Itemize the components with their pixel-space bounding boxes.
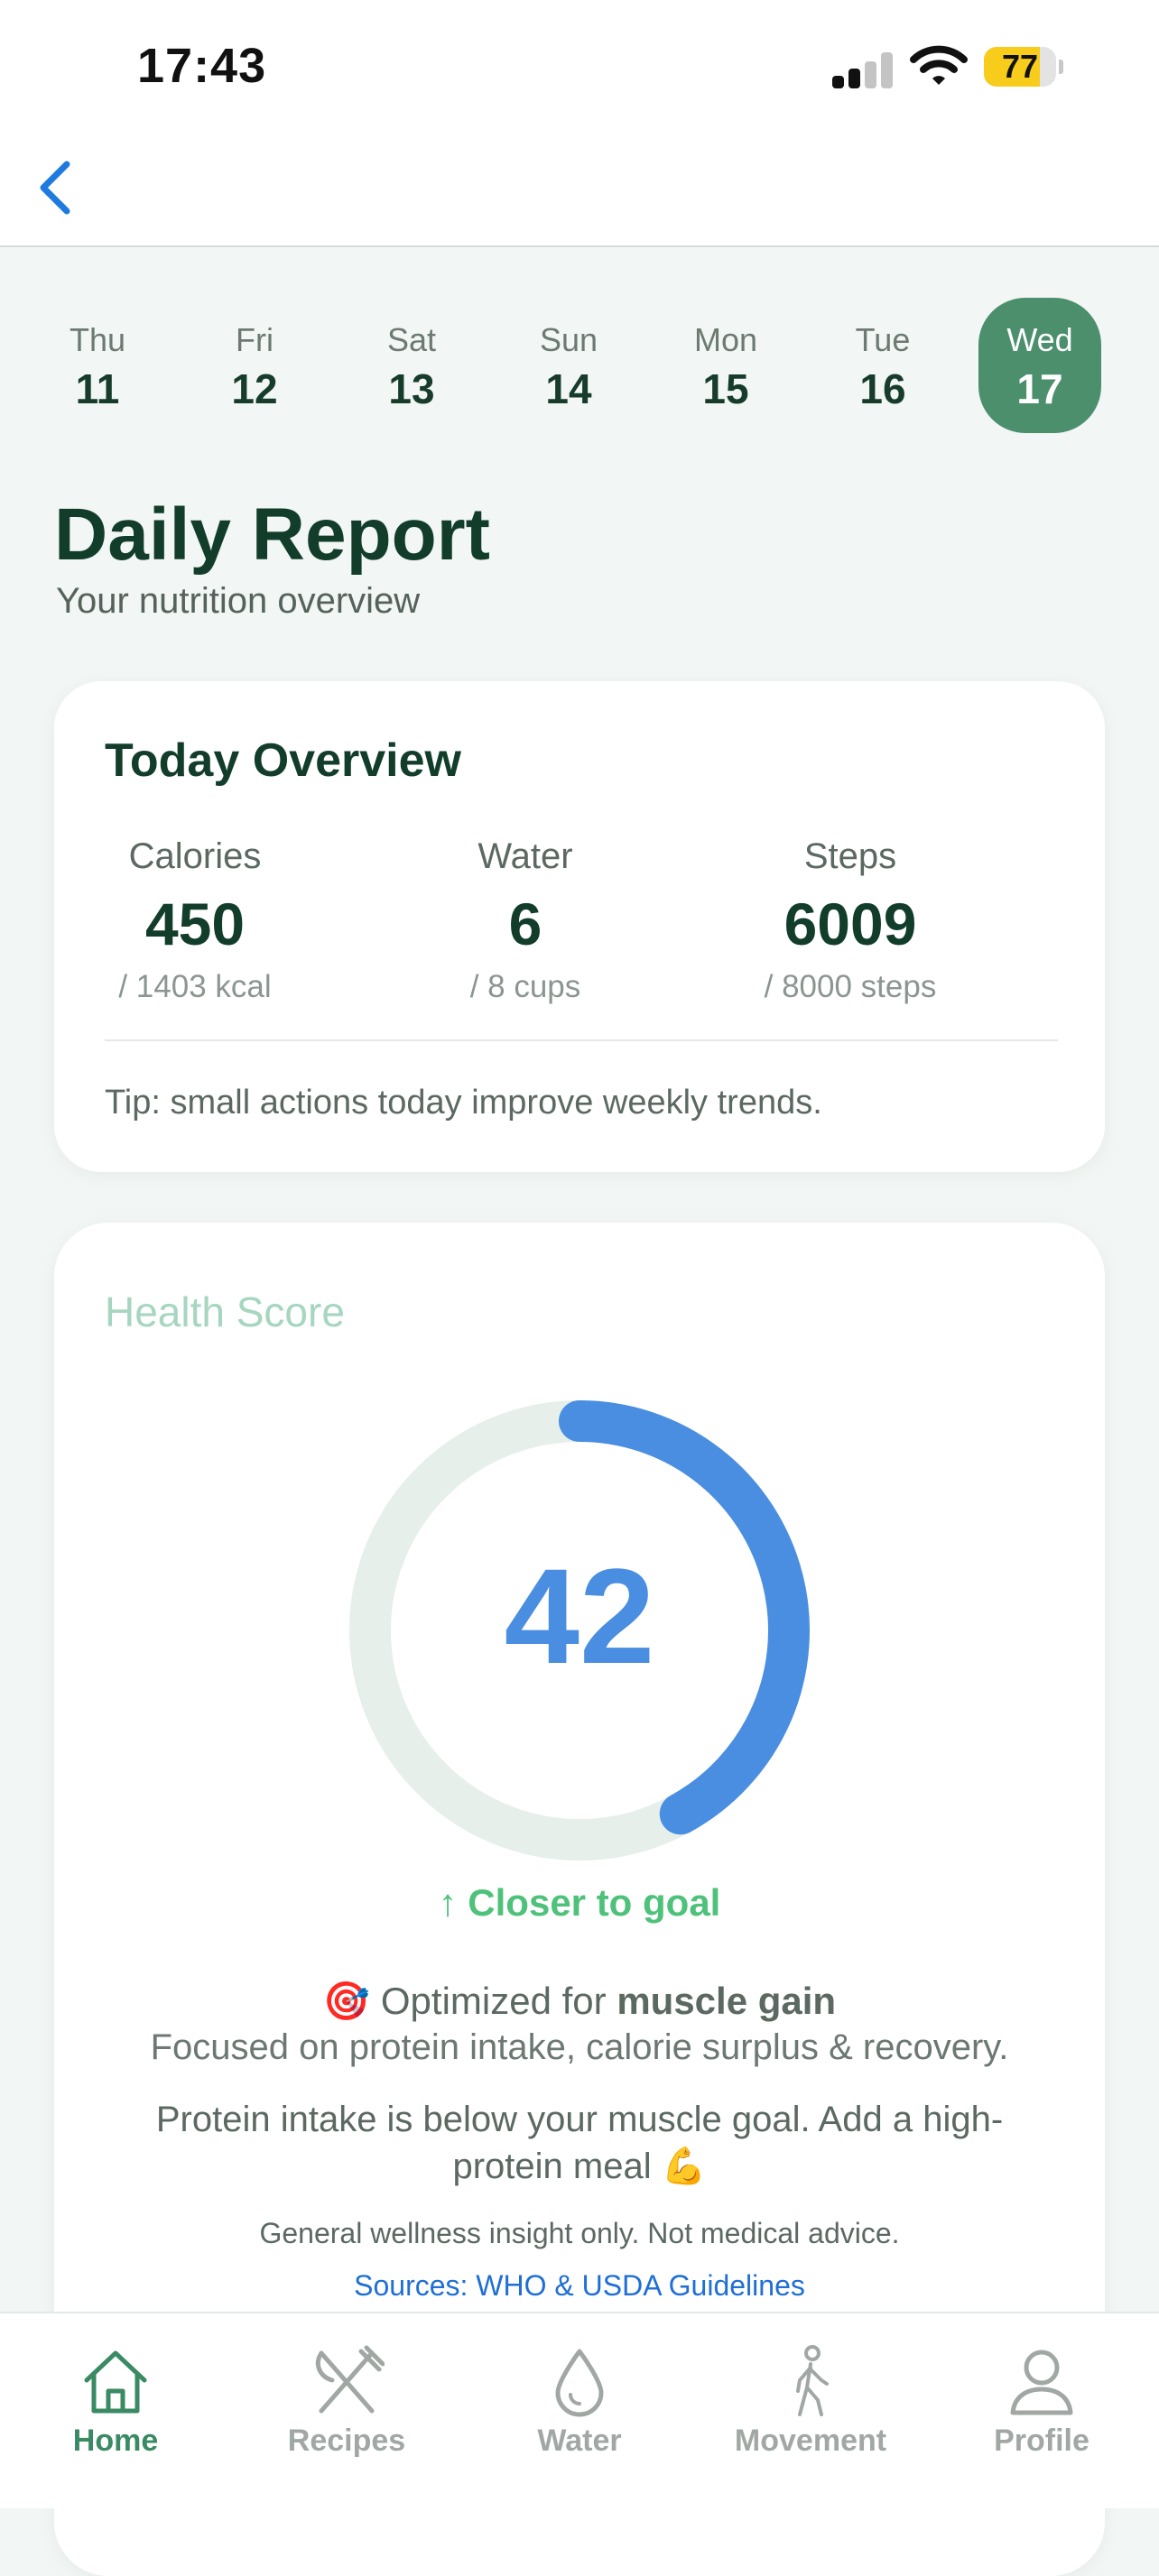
page-subtitle: Your nutrition overview (56, 581, 421, 621)
today-overview-card: Today Overview Calories 450 / 1403 kcal … (54, 681, 1105, 1172)
water-drop-icon (555, 2349, 604, 2417)
goal-prefix: Optimized for (380, 1980, 607, 2022)
date-item-thu[interactable]: Thu 11 (36, 298, 159, 433)
date-item-sat[interactable]: Sat 13 (350, 298, 473, 433)
stat-steps: Steps 6009 / 8000 steps (688, 836, 1013, 1005)
target-icon: 🎯 (322, 1979, 371, 2023)
date-weekday: Fri (236, 321, 274, 358)
tab-label: Recipes (287, 2424, 406, 2458)
date-item-mon[interactable]: Mon 15 (664, 298, 787, 433)
health-score-value: 42 (504, 1540, 655, 1692)
tab-water[interactable]: Water (471, 2344, 688, 2459)
wifi-icon (910, 45, 968, 85)
divider (105, 1039, 1058, 1041)
flexed-bicep-icon: 💪 (661, 2146, 707, 2187)
date-day-number: 11 (75, 365, 120, 412)
date-item-fri[interactable]: Fri 12 (193, 298, 316, 433)
stat-label: Water (478, 836, 573, 876)
date-weekday: Tue (855, 321, 911, 358)
tab-home[interactable]: Home (7, 2344, 224, 2459)
battery-tip (1059, 60, 1063, 74)
date-day-number: 12 (231, 365, 278, 412)
date-day-number: 13 (388, 365, 435, 412)
walking-icon (796, 2345, 829, 2416)
stat-water: Water 6 / 8 cups (363, 836, 688, 1005)
insight-message: Protein intake is below your muscle goal… (155, 2100, 1004, 2186)
tab-movement[interactable]: Movement (702, 2344, 919, 2459)
date-day-number: 15 (702, 365, 749, 412)
date-weekday: Sat (386, 321, 437, 358)
tab-label: Movement (734, 2424, 887, 2458)
score-trend: ↑ Closer to goal (438, 1881, 721, 1924)
stat-goal: / 8 cups (469, 969, 581, 1004)
stat-value: 6009 (783, 891, 917, 957)
disclaimer: General wellness insight only. Not medic… (259, 2217, 900, 2249)
date-item-tue[interactable]: Tue 16 (821, 298, 944, 433)
status-bar: 17:43 77 (0, 0, 1159, 135)
goal-description: Focused on protein intake, calorie surpl… (150, 2027, 1009, 2067)
tab-label: Home (72, 2424, 159, 2458)
back-button[interactable] (25, 152, 97, 224)
health-score-ring: 42 (348, 1399, 811, 1862)
overview-title: Today Overview (105, 734, 461, 787)
person-icon (1010, 2350, 1073, 2415)
tab-profile[interactable]: Profile (933, 2344, 1150, 2459)
date-item-wed[interactable]: Wed 17 (978, 298, 1101, 433)
stat-label: Steps (803, 836, 897, 876)
stat-calories: Calories 450 / 1403 kcal (32, 836, 357, 1005)
sources-link[interactable]: Sources: WHO & USDA Guidelines (54, 2269, 1105, 2303)
goal-line: 🎯 Optimized for muscle gain (54, 1979, 1105, 2024)
tab-label: Water (537, 2424, 622, 2458)
date-weekday: Thu (69, 321, 126, 358)
home-icon (84, 2350, 147, 2414)
page-title: Daily Report (54, 494, 490, 576)
stat-goal: / 8000 steps (764, 969, 937, 1004)
date-weekday: Wed (1006, 321, 1073, 358)
cellular-signal-icon (832, 52, 895, 88)
tab-label: Profile (994, 2424, 1089, 2458)
utensils-icon (316, 2345, 385, 2414)
battery-icon: 77 (984, 47, 1056, 87)
status-time: 17:43 (137, 39, 267, 93)
insight-text: Protein intake is below your muscle goal… (108, 2096, 1051, 2190)
date-weekday: Sun (539, 321, 598, 358)
date-day-number: 14 (545, 365, 592, 412)
stat-value: 450 (144, 891, 246, 957)
battery-level: 77 (1001, 48, 1039, 85)
date-day-number: 17 (1016, 365, 1063, 412)
date-day-number: 16 (859, 365, 906, 412)
chevron-left-icon (40, 161, 70, 215)
tab-bar: Home Recipes Water Movement Profile (0, 2312, 1159, 2508)
stat-label: Calories (128, 836, 262, 876)
stat-value: 6 (508, 891, 542, 957)
tab-recipes[interactable]: Recipes (238, 2344, 455, 2459)
health-score-title: Health Score (105, 1288, 345, 1335)
date-strip: Thu 11 Fri 12 Sat 13 Sun 14 Mon 15 Tue 16 Wed 17 (36, 298, 1123, 433)
tip-text: Tip: small actions today improve weekly … (105, 1084, 822, 1122)
nav-header (0, 135, 1159, 247)
date-weekday: Mon (693, 321, 758, 358)
goal-name: muscle gain (617, 1980, 837, 2022)
date-item-sun[interactable]: Sun 14 (507, 298, 630, 433)
stat-goal: / 1403 kcal (118, 969, 272, 1004)
